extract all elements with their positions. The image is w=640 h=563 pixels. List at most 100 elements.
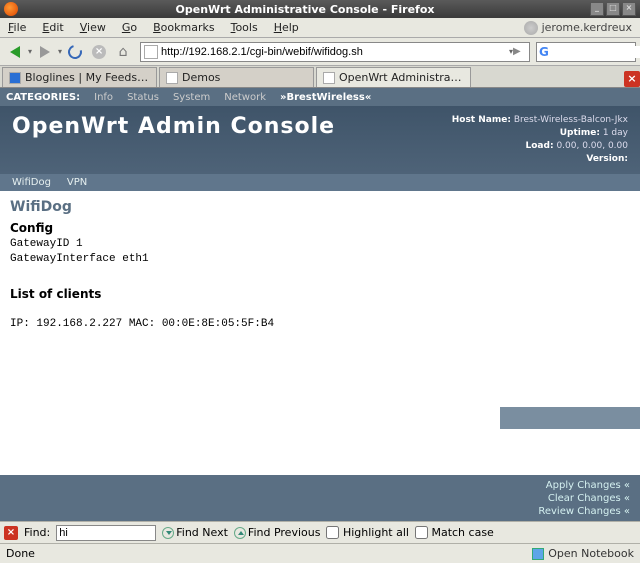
cat-info[interactable]: Info bbox=[94, 92, 113, 103]
cat-network[interactable]: Network bbox=[224, 92, 266, 103]
config-line: GatewayInterface eth1 bbox=[10, 252, 630, 267]
tab-label: Bloglines | My Feeds (414) bbox=[25, 71, 150, 84]
window-titlebar: OpenWrt Administrative Console - Firefox… bbox=[0, 0, 640, 18]
arrow-right-icon bbox=[40, 46, 50, 58]
footer-band: Apply Changes Clear Changes Review Chang… bbox=[0, 475, 640, 521]
notebook-icon bbox=[532, 548, 544, 560]
review-changes-link[interactable]: Review Changes bbox=[538, 505, 630, 518]
close-button[interactable]: × bbox=[622, 2, 636, 16]
sub-nav: WifiDog VPN bbox=[0, 174, 640, 191]
google-icon[interactable] bbox=[539, 45, 549, 59]
arrow-down-icon bbox=[162, 527, 174, 539]
match-case-checkbox[interactable]: Match case bbox=[415, 526, 494, 540]
page-icon bbox=[144, 45, 158, 59]
home-icon: ⌂ bbox=[119, 44, 128, 60]
cat-system[interactable]: System bbox=[173, 92, 210, 103]
load-value: 0.00, 0.00, 0.00 bbox=[556, 141, 628, 151]
find-next-label: Find Next bbox=[176, 526, 228, 539]
config-line: GatewayID 1 bbox=[10, 237, 630, 252]
go-button[interactable]: ▶ bbox=[513, 46, 529, 57]
cat-status[interactable]: Status bbox=[127, 92, 159, 103]
host-info: Host Name: Brest-Wireless-Balcon-Jkx Upt… bbox=[452, 114, 628, 166]
page-title: OpenWrt Admin Console bbox=[12, 114, 452, 139]
profile-name: jerome.kerdreux bbox=[542, 21, 632, 34]
find-previous-button[interactable]: Find Previous bbox=[234, 526, 321, 539]
footer-links: Apply Changes Clear Changes Review Chang… bbox=[528, 475, 640, 521]
tab-bloglines[interactable]: Bloglines | My Feeds (414) bbox=[2, 67, 157, 87]
menu-view[interactable]: View bbox=[72, 19, 114, 36]
find-next-button[interactable]: Find Next bbox=[162, 526, 228, 539]
footer-accent-block bbox=[500, 407, 640, 429]
page-icon bbox=[323, 72, 335, 84]
categories-label: CATEGORIES: bbox=[6, 92, 80, 103]
menubar: File Edit View Go Bookmarks Tools Help j… bbox=[0, 18, 640, 38]
search-bar[interactable] bbox=[536, 42, 636, 62]
load-label: Load: bbox=[526, 141, 554, 151]
match-case-label: Match case bbox=[431, 526, 493, 539]
reload-button[interactable] bbox=[64, 41, 86, 63]
find-label: Find: bbox=[24, 526, 50, 539]
tab-openwrt[interactable]: OpenWrt Administrative Co... bbox=[316, 67, 471, 87]
minimize-button[interactable]: _ bbox=[590, 2, 604, 16]
subnav-vpn[interactable]: VPN bbox=[67, 177, 87, 188]
menu-bookmarks[interactable]: Bookmarks bbox=[145, 19, 222, 36]
clear-changes-link[interactable]: Clear Changes bbox=[538, 492, 630, 505]
apply-changes-link[interactable]: Apply Changes bbox=[538, 479, 630, 492]
find-bar: × Find: Find Next Find Previous Highligh… bbox=[0, 521, 640, 543]
open-notebook-label: Open Notebook bbox=[548, 547, 634, 560]
nav-toolbar: ▾ ▾ × ⌂ ▾ ▶ bbox=[0, 38, 640, 66]
highlight-all-checkbox[interactable]: Highlight all bbox=[326, 526, 409, 540]
version-label: Version: bbox=[586, 154, 628, 164]
throbber-icon bbox=[524, 21, 538, 35]
forward-button bbox=[34, 41, 56, 63]
menu-edit[interactable]: Edit bbox=[34, 19, 71, 36]
tab-label: Demos bbox=[182, 71, 307, 84]
firefox-icon bbox=[4, 2, 18, 16]
section-heading: WifiDog bbox=[10, 199, 630, 215]
search-input[interactable] bbox=[551, 46, 640, 58]
menu-help[interactable]: Help bbox=[266, 19, 307, 36]
back-dropdown[interactable]: ▾ bbox=[28, 47, 32, 56]
menu-tools[interactable]: Tools bbox=[223, 19, 266, 36]
host-name-value: Brest-Wireless-Balcon-Jkx bbox=[514, 115, 628, 125]
back-button[interactable] bbox=[4, 41, 26, 63]
open-notebook-button[interactable]: Open Notebook bbox=[532, 547, 634, 560]
reload-icon bbox=[65, 42, 84, 61]
findbar-close-button[interactable]: × bbox=[4, 526, 18, 540]
highlight-all-label: Highlight all bbox=[343, 526, 409, 539]
menu-file[interactable]: File bbox=[0, 19, 34, 36]
uptime-label: Uptime: bbox=[560, 128, 600, 138]
url-input[interactable] bbox=[161, 46, 509, 58]
status-text: Done bbox=[6, 547, 532, 560]
url-bar[interactable]: ▾ ▶ bbox=[140, 42, 530, 62]
find-previous-label: Find Previous bbox=[248, 526, 321, 539]
tab-demos[interactable]: Demos bbox=[159, 67, 314, 87]
home-button[interactable]: ⌂ bbox=[112, 41, 134, 63]
stop-icon: × bbox=[92, 45, 106, 59]
host-name-label: Host Name: bbox=[452, 115, 511, 125]
menu-go[interactable]: Go bbox=[114, 19, 145, 36]
page-body: WifiDog Config GatewayID 1 GatewayInterf… bbox=[0, 191, 640, 475]
profile-indicator: jerome.kerdreux bbox=[524, 21, 640, 35]
maximize-button[interactable]: □ bbox=[606, 2, 620, 16]
forward-dropdown[interactable]: ▾ bbox=[58, 47, 62, 56]
cat-brestwireless[interactable]: »BrestWireless« bbox=[280, 92, 371, 103]
config-heading: Config bbox=[10, 221, 630, 235]
page-header: OpenWrt Admin Console Host Name: Brest-W… bbox=[0, 106, 640, 174]
status-bar: Done Open Notebook bbox=[0, 543, 640, 563]
window-title: OpenWrt Administrative Console - Firefox bbox=[22, 3, 588, 16]
tab-close-button[interactable]: × bbox=[624, 71, 640, 87]
stop-button: × bbox=[88, 41, 110, 63]
page-content: CATEGORIES: Info Status System Network »… bbox=[0, 88, 640, 521]
arrow-left-icon bbox=[10, 46, 20, 58]
client-line: IP: 192.168.2.227 MAC: 00:0E:8E:05:5F:B4 bbox=[10, 317, 630, 332]
clients-heading: List of clients bbox=[10, 287, 630, 301]
uptime-value: 1 day bbox=[603, 128, 628, 138]
tab-strip: Bloglines | My Feeds (414) Demos OpenWrt… bbox=[0, 66, 640, 88]
category-bar: CATEGORIES: Info Status System Network »… bbox=[0, 88, 640, 106]
arrow-up-icon bbox=[234, 527, 246, 539]
page-icon bbox=[166, 72, 178, 84]
subnav-wifidog[interactable]: WifiDog bbox=[12, 177, 51, 188]
find-input[interactable] bbox=[56, 525, 156, 541]
bloglines-icon bbox=[9, 72, 21, 84]
